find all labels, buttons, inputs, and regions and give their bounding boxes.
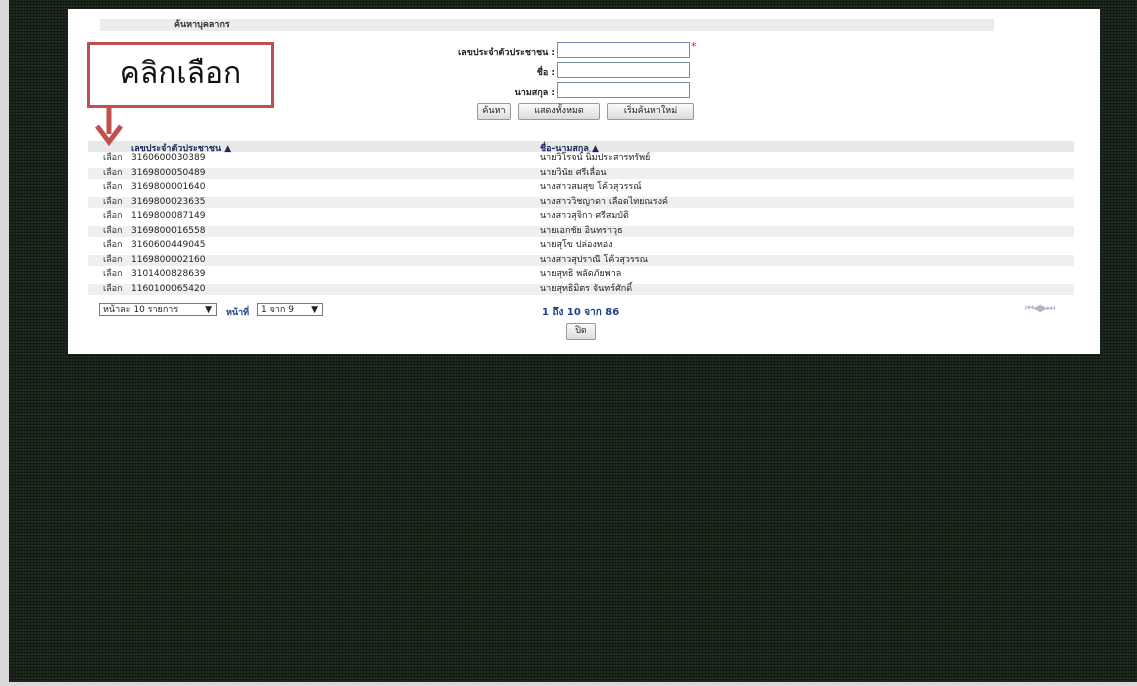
select-link[interactable]: เลือก	[103, 226, 122, 237]
select-link[interactable]: เลือก	[103, 240, 122, 251]
per-page-value: หน้าละ 10 รายการ	[103, 305, 179, 315]
full-name-cell: นายวิโรจน์ นิ่มประสารทรัพย์	[540, 153, 651, 163]
full-name-cell: นางสาวสมสุข โค้วสุวรรณ์	[540, 182, 642, 192]
select-link[interactable]: เลือก	[103, 168, 122, 179]
table-header: เลขประจำตัวประชาชน ▲ ชื่อ-นามสกุล ▲	[88, 141, 1074, 154]
callout-text: คลิกเลือก	[119, 56, 242, 91]
select-link[interactable]: เลือก	[103, 255, 122, 266]
id-label: เลขประจำตัวประชาชน :	[458, 48, 555, 58]
page-select[interactable]: 1 จาก 9 ▼	[257, 303, 323, 316]
table-row: เลือก 3169800023635 นางสาววิชญาดา เลือดไทย…	[88, 196, 1074, 208]
citizen-id-cell: 1160100065420	[131, 283, 206, 294]
show-all-button[interactable]: แสดงทั้งหมด	[518, 103, 600, 120]
surname-label: นามสกุล :	[514, 88, 555, 98]
full-name-cell: นายสุทธิมิตร จันทร์ศักดิ์	[540, 283, 633, 294]
select-link[interactable]: เลือก	[103, 153, 122, 164]
close-button[interactable]: ปิด	[566, 323, 596, 340]
id-input[interactable]	[557, 42, 690, 58]
table-row: เลือก 3169800001640 นางสาวสมสุข โค้วสุวรรณ…	[88, 182, 1074, 193]
record-range: 1 ถึง 10 จาก 86	[542, 307, 620, 318]
citizen-id-cell: 3169800050489	[131, 167, 206, 178]
table-row: เลือก 3160600449045 นายสุโข ปล่องทอง	[88, 240, 1074, 251]
section-title: ค้นหาบุคลากร	[174, 20, 230, 30]
table-row: เลือก 3101400828639 นายสุทธิ พลัดภัยพาล	[88, 269, 1074, 280]
page-label: หน้าที่	[226, 308, 250, 318]
citizen-id-cell: 1169800087149	[131, 211, 206, 221]
table-row: เลือก 3169800016558 นายเอกชัย อินทราวุธ	[88, 225, 1074, 237]
select-link[interactable]: เลือก	[103, 197, 122, 208]
full-name-cell: นางสาวสุปราณี โค้วสุวรรณ	[540, 254, 648, 265]
citizen-id-cell: 1169800002160	[131, 254, 206, 265]
full-name-cell: นายวินัย ศรีเลื่อน	[540, 167, 607, 178]
name-row: ชื่อ :	[380, 62, 555, 80]
full-name-cell: นางสาววิชญาดา เลือดไทยณรงค์	[540, 196, 669, 207]
citizen-id-cell: 3101400828639	[131, 269, 206, 279]
id-row: เลขประจำตัวประชาชน :	[380, 42, 555, 60]
chevron-down-icon: ▼	[205, 305, 212, 315]
table-row: เลือก 3160600030389 นายวิโรจน์ นิ่มประสารท…	[88, 153, 1074, 164]
surname-row: นามสกุล :	[380, 82, 555, 100]
select-link[interactable]: เลือก	[103, 182, 122, 193]
table-row: เลือก 3169800050489 นายวินัย ศรีเลื่อน	[88, 167, 1074, 179]
section-header: ค้นหาบุคลากร	[100, 19, 994, 31]
citizen-id-cell: 3169800001640	[131, 182, 206, 192]
left-border	[0, 0, 9, 686]
citizen-id-cell: 3160600030389	[131, 153, 206, 163]
full-name-cell: นายสุโข ปล่องทอง	[540, 240, 613, 250]
name-input[interactable]	[557, 62, 690, 78]
table-row: เลือก 1160100065420 นายสุทธิมิตร จันทร์ศัก…	[88, 283, 1074, 295]
search-button[interactable]: ค้นหา	[477, 103, 511, 120]
name-label: ชื่อ :	[536, 68, 555, 78]
pager-nav-icons[interactable]: ⏮◀▶⏭	[1025, 303, 1055, 314]
down-arrow-icon	[95, 106, 123, 147]
page-value: 1 จาก 9	[261, 305, 294, 315]
per-page-select[interactable]: หน้าละ 10 รายการ ▼	[99, 303, 217, 316]
bottom-border	[0, 682, 1137, 686]
surname-input[interactable]	[557, 82, 690, 98]
citizen-id-cell: 3169800023635	[131, 196, 206, 207]
annotation-callout: คลิกเลือก	[87, 42, 274, 108]
select-link[interactable]: เลือก	[103, 211, 122, 222]
reset-button[interactable]: เริ่มค้นหาใหม่	[607, 103, 694, 120]
select-link[interactable]: เลือก	[103, 269, 122, 280]
citizen-id-cell: 3160600449045	[131, 240, 206, 250]
table-row: เลือก 1169800002160 นางสาวสุปราณี โค้วสุวร…	[88, 254, 1074, 266]
full-name-cell: นายสุทธิ พลัดภัยพาล	[540, 269, 622, 279]
select-link[interactable]: เลือก	[103, 284, 122, 295]
chevron-down-icon: ▼	[311, 305, 318, 315]
citizen-id-cell: 3169800016558	[131, 225, 206, 236]
full-name-cell: นางสาวสุจิกา ศรีสมบัติ	[540, 211, 629, 221]
full-name-cell: นายเอกชัย อินทราวุธ	[540, 225, 623, 236]
table-row: เลือก 1169800087149 นางสาวสุจิกา ศรีสมบัติ	[88, 211, 1074, 222]
required-mark: *	[691, 40, 697, 53]
